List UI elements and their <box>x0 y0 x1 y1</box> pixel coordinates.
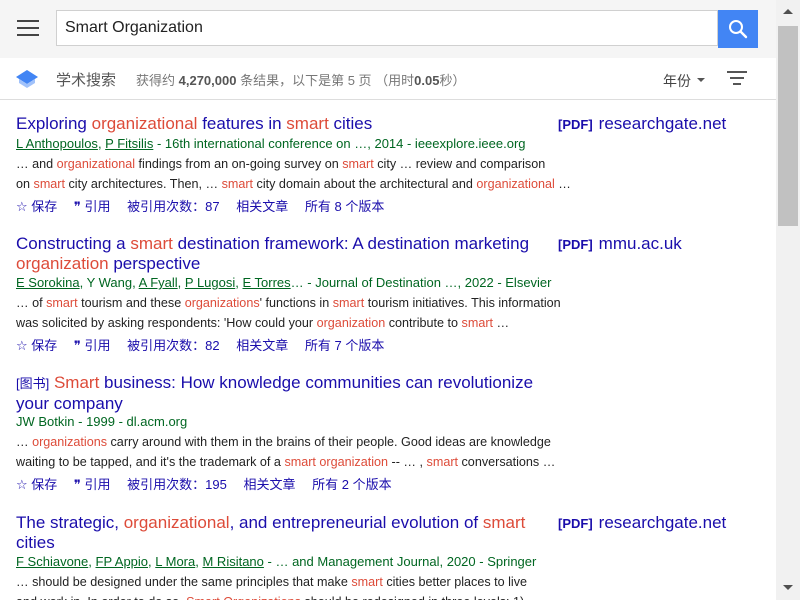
author-link[interactable]: A Fyall <box>139 275 178 290</box>
related-articles-link[interactable]: 相关文章 <box>244 477 296 492</box>
filter-icon[interactable] <box>727 71 747 85</box>
result-snippet: … of smart tourism and these organizatio… <box>16 296 561 330</box>
results-list: Exploring organizational features in sma… <box>0 100 776 600</box>
scholar-logo-icon[interactable] <box>16 70 38 88</box>
result-snippet: … and organizational findings from an on… <box>16 157 571 191</box>
pdf-link[interactable]: [PDF] researchgate.net <box>558 513 726 534</box>
author-link[interactable]: E Torres <box>242 275 290 290</box>
cite-button[interactable]: ❞ 引用 <box>74 477 111 492</box>
year-filter-dropdown[interactable]: 年份 <box>663 71 705 91</box>
search-button[interactable] <box>718 10 758 48</box>
scroll-down-button[interactable] <box>776 576 800 600</box>
top-bar <box>0 0 776 58</box>
result-authors: L Anthopoulos, P Fitsilis - 16th interna… <box>16 136 526 151</box>
all-versions-link[interactable]: 所有 8 个版本 <box>305 199 384 214</box>
brand-label[interactable]: 学术搜索 <box>56 69 116 90</box>
author-link[interactable]: L Mora <box>155 554 195 569</box>
search-box[interactable] <box>56 10 718 46</box>
author-link[interactable]: P Fitsilis <box>105 136 153 151</box>
sub-header: 学术搜索 获得约 4,270,000 条结果，以下是第 5 页 （用时0.05秒… <box>0 58 776 100</box>
result-snippet: … should be designed under the same prin… <box>16 575 528 600</box>
scroll-up-button[interactable] <box>776 0 800 24</box>
result-snippet: … organizations carry around with them i… <box>16 435 556 469</box>
save-button[interactable]: ☆ 保存 <box>16 477 57 492</box>
all-versions-link[interactable]: 所有 7 个版本 <box>305 338 384 353</box>
author-link[interactable]: L Anthopoulos <box>16 136 98 151</box>
related-articles-link[interactable]: 相关文章 <box>236 338 288 353</box>
search-input[interactable] <box>57 11 717 45</box>
author-link[interactable]: F Schiavone <box>16 554 88 569</box>
scrollbar-thumb[interactable] <box>778 26 798 226</box>
cited-by-link[interactable]: 被引用次数：195 <box>127 477 227 492</box>
result-actions: ☆ 保存 ❞ 引用 被引用次数：82 相关文章 所有 7 个版本 <box>16 335 397 354</box>
author-link[interactable]: P Lugosi <box>185 275 235 290</box>
related-articles-link[interactable]: 相关文章 <box>236 199 288 214</box>
pdf-link[interactable]: [PDF] mmu.ac.uk <box>558 234 682 255</box>
result-authors: E Sorokina, Y Wang, A Fyall, P Lugosi, E… <box>16 275 552 290</box>
result-authors: JW Botkin - 1999 - dl.acm.org <box>16 414 188 429</box>
pdf-link[interactable]: [PDF] researchgate.net <box>558 114 726 135</box>
caret-down-icon <box>697 78 705 83</box>
all-versions-link[interactable]: 所有 2 个版本 <box>312 477 391 492</box>
result-title[interactable]: Exploring organizational features in sma… <box>16 114 556 134</box>
save-button[interactable]: ☆ 保存 <box>16 338 57 353</box>
save-button[interactable]: ☆ 保存 <box>16 199 57 214</box>
result-authors: F Schiavone, FP Appio, L Mora, M Risitan… <box>16 554 537 569</box>
result-actions: ☆ 保存 ❞ 引用 被引用次数：195 相关文章 所有 2 个版本 <box>16 474 405 493</box>
result-actions: ☆ 保存 ❞ 引用 被引用次数：87 相关文章 所有 8 个版本 <box>16 196 397 215</box>
book-tag: [图书] <box>16 376 50 391</box>
hamburger-menu-icon[interactable] <box>17 20 39 36</box>
author-link[interactable]: FP Appio <box>96 554 149 569</box>
author-link[interactable]: M Risitano <box>202 554 263 569</box>
search-icon <box>729 20 748 39</box>
cite-button[interactable]: ❞ 引用 <box>74 199 111 214</box>
result-title[interactable]: Constructing a smart destination framewo… <box>16 234 556 274</box>
cited-by-link[interactable]: 被引用次数：82 <box>127 338 219 353</box>
cite-button[interactable]: ❞ 引用 <box>74 338 111 353</box>
result-stats: 获得约 4,270,000 条结果，以下是第 5 页 （用时0.05秒） <box>136 73 466 88</box>
scrollbar[interactable] <box>776 0 800 600</box>
result-title[interactable]: The strategic, organizational, and entre… <box>16 513 556 553</box>
arrow-up-icon <box>783 9 793 14</box>
author-link[interactable]: E Sorokina <box>16 275 80 290</box>
result-title[interactable]: [图书] Smart business: How knowledge commu… <box>16 373 556 414</box>
arrow-down-icon <box>783 585 793 590</box>
cited-by-link[interactable]: 被引用次数：87 <box>127 199 219 214</box>
